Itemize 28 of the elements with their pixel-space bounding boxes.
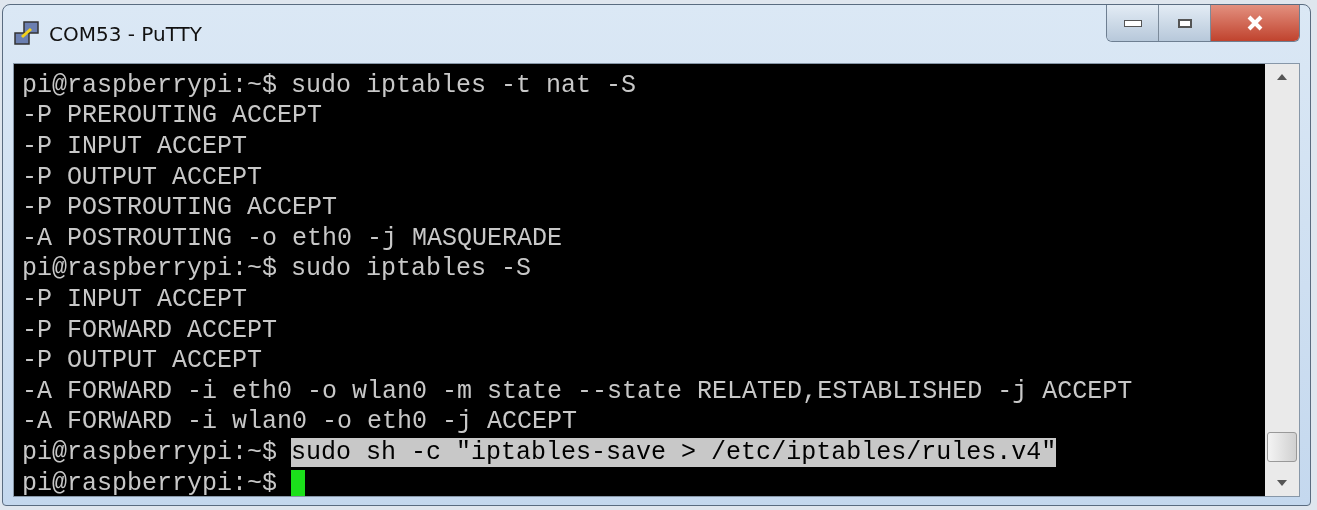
maximize-button[interactable]	[1159, 5, 1211, 41]
output-line: -P OUTPUT ACCEPT	[22, 162, 263, 192]
shell-prompt: pi@raspberrypi:~$	[22, 70, 278, 100]
minimize-button[interactable]	[1107, 5, 1159, 41]
shell-prompt: pi@raspberrypi:~$	[22, 254, 278, 284]
scroll-up-icon[interactable]	[1277, 74, 1287, 80]
scroll-down-icon[interactable]	[1277, 480, 1287, 486]
shell-prompt: pi@raspberrypi:~$	[22, 468, 278, 496]
output-line: -A FORWARD -i eth0 -o wlan0 -m state --state RELATED,ESTABLISHED -j ACCEPT	[22, 376, 1133, 406]
output-line: -P FORWARD ACCEPT	[22, 315, 278, 345]
computers-icon	[13, 20, 41, 48]
window-title: COM53 - PuTTY	[49, 22, 203, 46]
close-icon	[1245, 15, 1265, 31]
output-line: -P INPUT ACCEPT	[22, 284, 248, 314]
terminal[interactable]	[14, 64, 1265, 496]
command-text: sudo sh -c "iptables-save > /etc/iptables/rules.v4"	[291, 437, 1057, 467]
scrollbar[interactable]	[1265, 64, 1299, 496]
command-text: sudo iptables -t nat -S	[291, 70, 637, 100]
output-line: -A POSTROUTING -o eth0 -j MASQUERADE	[22, 223, 563, 253]
output-line: -P POSTROUTING ACCEPT	[22, 193, 338, 223]
close-button[interactable]	[1211, 5, 1299, 41]
scroll-thumb[interactable]	[1267, 432, 1297, 462]
output-line: -P INPUT ACCEPT	[22, 132, 248, 161]
output-line: -A FORWARD -i wlan0 -o eth0 -j ACCEPT	[22, 407, 578, 437]
output-line: -P PREROUTING ACCEPT	[22, 101, 323, 131]
shell-prompt: pi@raspberrypi:~$	[22, 437, 278, 467]
command-text: sudo iptables -S	[291, 254, 532, 284]
output-line: -P OUTPUT ACCEPT	[22, 346, 263, 376]
